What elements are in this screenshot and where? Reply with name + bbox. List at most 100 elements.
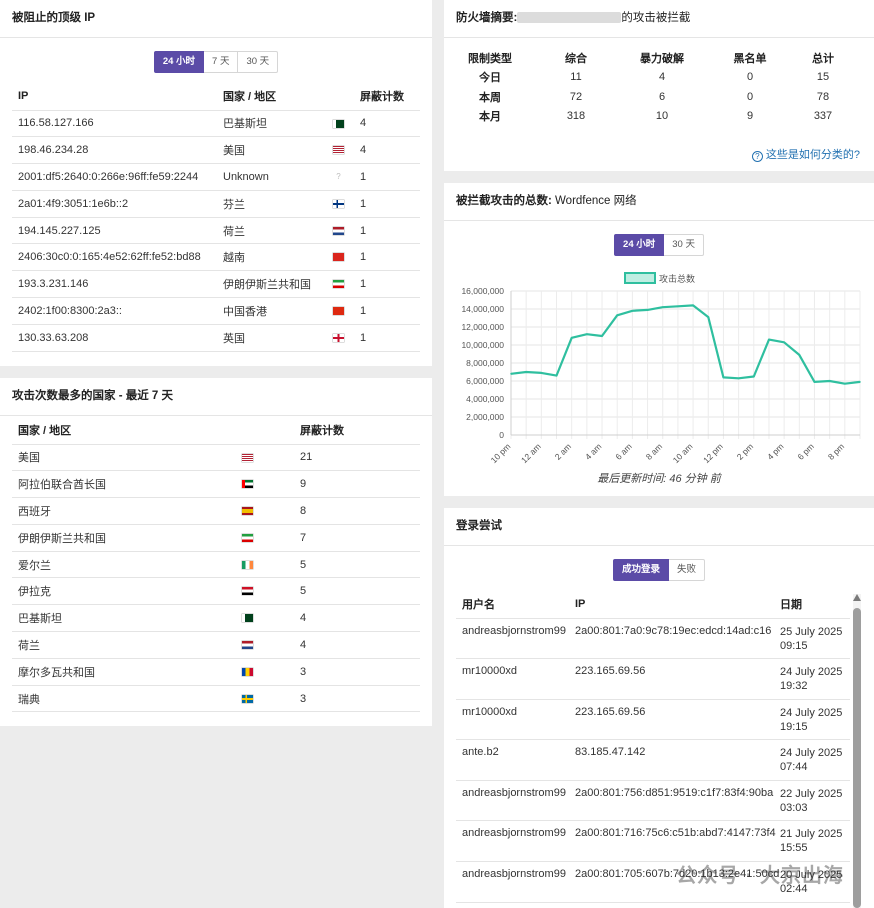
country-name: 中国香港 bbox=[223, 305, 267, 318]
country-cell: 西班牙 bbox=[12, 498, 300, 525]
top-ips-card: 被阻止的顶级 IP 24 小时 7 天 30 天 IP 国家 / 地区 屏蔽计数… bbox=[0, 0, 432, 366]
tab-failed-logins[interactable]: 失败 bbox=[669, 559, 706, 581]
x-tick-label: 8 pm bbox=[826, 441, 846, 461]
summary-value: 15 bbox=[816, 71, 830, 84]
table-row: 2a01:4f9:3051:1e6b::2 芬兰 1 bbox=[12, 190, 420, 218]
top-countries-table: 国家 / 地区 屏蔽计数 美国 21 阿拉伯联合酋长国 9 西班牙 8 伊朗伊斯兰共和国 7 爱… bbox=[12, 416, 420, 712]
y-tick-label: 10,000,000 bbox=[461, 340, 504, 350]
top-countries-title: 攻击次数最多的国家 - 最近 7 天 bbox=[0, 378, 432, 416]
country-name: 西班牙 bbox=[18, 505, 51, 518]
y-tick-label: 8,000,000 bbox=[466, 358, 504, 368]
help-link-text: 这些是如何分类的? bbox=[765, 149, 860, 161]
data-point bbox=[540, 372, 543, 374]
firewall-summary-table: 限制类型 综合 暴力破解 黑名单 总计 今日 11 4 0 15 本周 72 6 0 78 本月 31… bbox=[444, 48, 854, 126]
ip-address: 2a00:801:716:75c6:c51b:abd7:4147:73f4 bbox=[575, 827, 776, 840]
login-date: 21 July 2025 15:55 bbox=[780, 821, 850, 862]
block-count: 4 bbox=[300, 612, 307, 625]
tab-24h[interactable]: 24 小时 bbox=[153, 51, 205, 73]
summary-value: 10 bbox=[655, 110, 669, 123]
top-ips-range-tabs: 24 小时 7 天 30 天 bbox=[0, 51, 432, 73]
username: andreasbjornstrom99 bbox=[462, 868, 566, 881]
country-name: 爱尔兰 bbox=[18, 559, 51, 572]
col-complex: 综合 bbox=[565, 52, 587, 65]
x-tick-label: 2 pm bbox=[735, 441, 755, 461]
block-count: 1 bbox=[360, 197, 367, 210]
table-row: 摩尔多瓦共和国 3 bbox=[12, 658, 420, 686]
date-text: 24 July 2025 bbox=[780, 747, 843, 760]
nl-flag-icon bbox=[242, 641, 253, 650]
tab-30d[interactable]: 30 天 bbox=[664, 234, 704, 256]
country-cell: Unknown? bbox=[223, 164, 360, 191]
attacks-range-tabs: 24 小时 30 天 bbox=[444, 234, 874, 256]
x-tick-label: 4 am bbox=[583, 441, 603, 461]
scroll-up-arrow-icon[interactable] bbox=[853, 594, 861, 601]
block-count: 3 bbox=[300, 665, 307, 678]
x-tick-label: 6 pm bbox=[795, 441, 815, 461]
tab-7d[interactable]: 7 天 bbox=[204, 51, 239, 73]
top-ips-title: 被阻止的顶级 IP bbox=[0, 0, 432, 38]
table-row: 198.46.234.28 美国 4 bbox=[12, 137, 420, 164]
login-attempts-title: 登录尝试 bbox=[444, 508, 874, 546]
us-flag-icon bbox=[333, 146, 344, 155]
country-name: 荷兰 bbox=[18, 639, 40, 652]
ip-address: 198.46.234.28 bbox=[18, 144, 89, 157]
country-cell: 美国 bbox=[12, 444, 300, 471]
data-point bbox=[570, 337, 573, 339]
question-circle-icon: ? bbox=[751, 151, 763, 162]
period-label: 本月 bbox=[479, 111, 501, 124]
pk-flag-icon bbox=[242, 614, 253, 623]
col-limit-type: 限制类型 bbox=[468, 52, 512, 65]
block-count: 9 bbox=[300, 478, 307, 491]
data-point bbox=[525, 371, 527, 373]
scrollbar-thumb[interactable] bbox=[853, 608, 861, 908]
col-ip: IP bbox=[575, 598, 586, 611]
date-text: 24 July 2025 bbox=[780, 666, 843, 679]
country-cell: 伊朗伊斯兰共和国 bbox=[12, 524, 300, 551]
country-cell: 美国 bbox=[223, 137, 360, 164]
col-country: 国家 / 地区 bbox=[18, 424, 72, 437]
period-label: 今日 bbox=[479, 72, 501, 85]
time-text: 19:15 bbox=[780, 720, 808, 733]
table-row: 瑞典 3 bbox=[12, 685, 420, 712]
tab-successful-logins[interactable]: 成功登录 bbox=[612, 559, 669, 581]
table-row: 美国 21 bbox=[12, 444, 420, 471]
classification-help-link[interactable]: ? 这些是如何分类的? bbox=[751, 146, 860, 162]
tab-30d[interactable]: 30 天 bbox=[238, 51, 279, 73]
x-tick-label: 2 am bbox=[553, 441, 573, 461]
date-text: 21 July 2025 bbox=[780, 828, 843, 841]
country-name: 芬兰 bbox=[223, 198, 245, 211]
ip-address: 2a00:801:7a0:9c78:19ec:edcd:14ad:c16 bbox=[575, 624, 772, 637]
block-count: 4 bbox=[300, 638, 307, 651]
country-cell: 荷兰 bbox=[223, 217, 360, 244]
summary-value: 78 bbox=[816, 90, 830, 103]
col-total: 总计 bbox=[812, 52, 834, 65]
firewall-summary-card: 防火墙摘要: 的攻击被拦截 限制类型 综合 暴力破解 黑名单 总计 今日 11 4 0 1… bbox=[444, 0, 874, 171]
top-ips-table: IP 国家 / 地区 屏蔽计数 116.58.127.166 巴基斯坦 4 198.4… bbox=[12, 83, 420, 352]
y-tick-label: 6,000,000 bbox=[466, 376, 504, 386]
login-table-scrollbar[interactable] bbox=[853, 594, 861, 908]
table-row: 193.3.231.146 伊朗伊斯兰共和国 1 bbox=[12, 271, 420, 298]
username: ante.b2 bbox=[462, 746, 499, 759]
unknown-flag-icon: ? bbox=[336, 172, 341, 182]
data-point bbox=[783, 341, 785, 344]
data-point bbox=[828, 380, 831, 382]
data-point bbox=[768, 338, 770, 341]
attacks-title: 被拦截攻击的总数: Wordfence 网络 bbox=[444, 183, 874, 221]
username: andreasbjornstrom99 bbox=[462, 786, 566, 799]
table-row: 伊朗伊斯兰共和国 7 bbox=[12, 524, 420, 552]
summary-value: 4 bbox=[658, 71, 666, 84]
ip-address: 223.165.69.56 bbox=[575, 665, 646, 678]
tab-24h[interactable]: 24 小时 bbox=[614, 234, 665, 256]
attacks-title-bold: 被拦截攻击的总数: bbox=[456, 195, 552, 207]
firewall-title-prefix: 防火墙摘要: bbox=[456, 12, 518, 24]
firewall-title: 防火墙摘要: 的攻击被拦截 bbox=[444, 0, 874, 38]
country-name: 伊朗伊斯兰共和国 bbox=[223, 279, 311, 292]
attacks-title-plain: Wordfence 网络 bbox=[551, 195, 637, 207]
ip-address: 130.33.63.208 bbox=[18, 331, 89, 344]
country-name: 巴基斯坦 bbox=[18, 613, 62, 626]
ip-address: 83.185.47.142 bbox=[575, 746, 646, 759]
x-tick-label: 12 am bbox=[519, 441, 543, 465]
x-tick-label: 6 am bbox=[613, 441, 633, 461]
data-point bbox=[752, 375, 755, 378]
time-text: 15:55 bbox=[780, 842, 808, 855]
